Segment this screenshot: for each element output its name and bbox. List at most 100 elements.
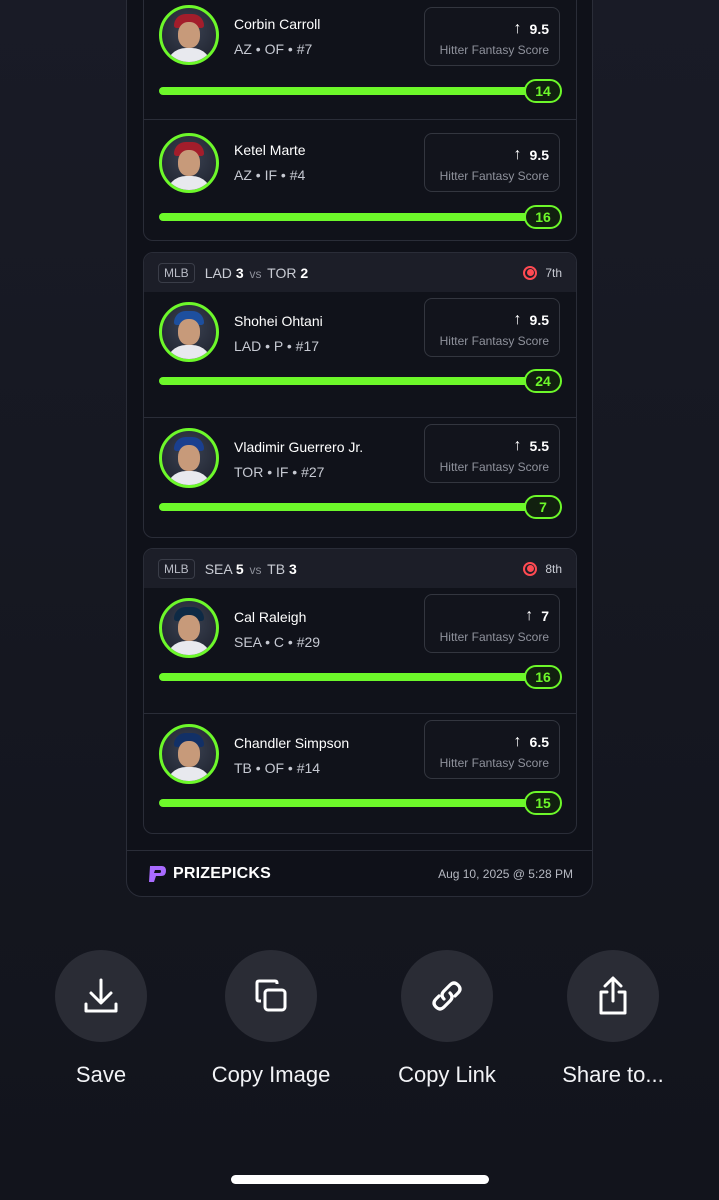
home-indicator	[231, 1175, 489, 1184]
player-face	[178, 741, 200, 767]
player-avatar	[159, 133, 219, 193]
score-box: ↑ 9.5 Hitter Fantasy Score	[424, 7, 560, 66]
player-meta: AZ • OF • #7	[234, 41, 313, 57]
progress-bar	[159, 213, 529, 221]
progress-value: 16	[524, 665, 562, 689]
player-avatar	[159, 598, 219, 658]
player-name: Ketel Marte	[234, 142, 306, 158]
score-box: ↑ 9.5 Hitter Fantasy Score	[424, 133, 560, 192]
copy-link-button[interactable]: Copy Link	[362, 950, 532, 1088]
player-avatar	[159, 428, 219, 488]
league-badge: MLB	[158, 262, 195, 283]
share-preview-card: Corbin Carroll AZ • OF • #7 ↑ 9.5 Hitter …	[126, 0, 593, 897]
progress-value: 7	[524, 495, 562, 519]
score-label: Hitter Fantasy Score	[439, 630, 549, 644]
copy-image-label: Copy Image	[211, 1062, 331, 1087]
score-label: Hitter Fantasy Score	[439, 43, 549, 57]
score-box: ↑ 9.5 Hitter Fantasy Score	[424, 298, 560, 357]
score-value: 5.5	[529, 438, 549, 454]
inning-status: 8th	[523, 561, 562, 576]
player-row: Vladimir Guerrero Jr. TOR • IF • #27 ↑ 5.…	[144, 417, 576, 537]
player-name: Vladimir Guerrero Jr.	[234, 439, 364, 455]
player-jersey	[166, 345, 212, 359]
player-row: Corbin Carroll AZ • OF • #7 ↑ 9.5 Hitter …	[144, 0, 576, 107]
progress-bar	[159, 503, 529, 511]
arrow-up-icon: ↑	[513, 20, 522, 37]
game-group-1: Corbin Carroll AZ • OF • #7 ↑ 9.5 Hitter …	[143, 0, 577, 241]
player-name: Chandler Simpson	[234, 735, 350, 751]
matchup: SEA 5 vs TB 3	[204, 560, 297, 577]
card-footer: PRIZEPICKS Aug 10, 2025 @ 5:28 PM	[127, 850, 592, 896]
progress-value: 24	[524, 369, 562, 393]
score-label: Hitter Fantasy Score	[439, 460, 549, 474]
player-row: Cal Raleigh SEA • C • #29 ↑ 7 Hitter Fant…	[144, 588, 576, 713]
player-name: Cal Raleigh	[234, 609, 307, 625]
prizepicks-logo: PRIZEPICKS	[147, 864, 271, 884]
player-meta: SEA • C • #29	[234, 634, 321, 650]
player-avatar	[159, 724, 219, 784]
player-meta: LAD • P • #17	[234, 338, 320, 354]
download-icon	[84, 978, 118, 1013]
score-box: ↑ 7 Hitter Fantasy Score	[424, 594, 560, 653]
share-timestamp: Aug 10, 2025 @ 5:28 PM	[438, 866, 573, 881]
save-label: Save	[75, 1062, 127, 1087]
save-button[interactable]: Save	[16, 950, 186, 1088]
score-value: 6.5	[529, 734, 549, 750]
arrow-up-icon: ↑	[513, 733, 522, 750]
player-name: Corbin Carroll	[234, 16, 321, 32]
score-box: ↑ 6.5 Hitter Fantasy Score	[424, 720, 560, 779]
share-sheet: Corbin Carroll AZ • OF • #7 ↑ 9.5 Hitter …	[0, 0, 719, 1200]
progress-bar	[159, 87, 529, 95]
player-jersey	[166, 176, 212, 190]
progress-value: 16	[524, 205, 562, 229]
player-meta: TB • OF • #14	[234, 760, 321, 776]
player-face	[178, 445, 200, 471]
league-badge: MLB	[158, 558, 195, 579]
brand-name: PRIZEPICKS	[173, 864, 272, 882]
live-icon	[523, 561, 538, 576]
game-group-2: MLB LAD 3 vs TOR 2 7th Shohei Ohtani LAD…	[143, 252, 577, 538]
score-value: 9.5	[529, 147, 549, 163]
share-actions: Save Copy Image Copy Link Share to...	[0, 950, 719, 1090]
player-jersey	[166, 641, 212, 655]
progress-value: 14	[524, 79, 562, 103]
progress-value: 15	[524, 791, 562, 815]
score-value: 9.5	[529, 312, 549, 328]
score-box: ↑ 5.5 Hitter Fantasy Score	[424, 424, 560, 483]
score-value: 9.5	[529, 21, 549, 37]
score-label: Hitter Fantasy Score	[439, 169, 549, 183]
game-header: MLB LAD 3 vs TOR 2 7th	[144, 253, 576, 292]
score-label: Hitter Fantasy Score	[439, 756, 549, 770]
share-icon	[599, 976, 627, 1015]
link-icon	[432, 981, 462, 1011]
player-jersey	[166, 471, 212, 485]
copy-link-label: Copy Link	[398, 1062, 496, 1087]
copy-image-button[interactable]: Copy Image	[186, 950, 356, 1088]
progress-bar	[159, 377, 529, 385]
player-name: Shohei Ohtani	[234, 313, 323, 329]
player-avatar	[159, 5, 219, 65]
player-row: Shohei Ohtani LAD • P • #17 ↑ 9.5 Hitter …	[144, 292, 576, 417]
player-avatar	[159, 302, 219, 362]
matchup: LAD 3 vs TOR 2	[204, 264, 309, 281]
score-label: Hitter Fantasy Score	[439, 334, 549, 348]
copy-icon	[255, 979, 287, 1012]
arrow-up-icon: ↑	[525, 607, 534, 624]
player-jersey	[166, 767, 212, 781]
share-to-label: Share to...	[562, 1062, 664, 1087]
live-icon	[523, 265, 538, 280]
progress-bar	[159, 799, 529, 807]
player-meta: AZ • IF • #4	[234, 167, 306, 183]
score-value: 7	[541, 608, 549, 624]
player-row: Ketel Marte AZ • IF • #4 ↑ 9.5 Hitter Fan…	[144, 119, 576, 240]
inning-status: 7th	[523, 265, 562, 280]
share-to-button[interactable]: Share to...	[528, 950, 698, 1088]
player-meta: TOR • IF • #27	[234, 464, 325, 480]
game-header: MLB SEA 5 vs TB 3 8th	[144, 549, 576, 588]
arrow-up-icon: ↑	[513, 437, 522, 454]
game-group-3: MLB SEA 5 vs TB 3 8th Cal Raleigh SEA • …	[143, 548, 577, 834]
player-face	[178, 615, 200, 641]
player-face	[178, 22, 200, 48]
progress-bar	[159, 673, 529, 681]
arrow-up-icon: ↑	[513, 311, 522, 328]
